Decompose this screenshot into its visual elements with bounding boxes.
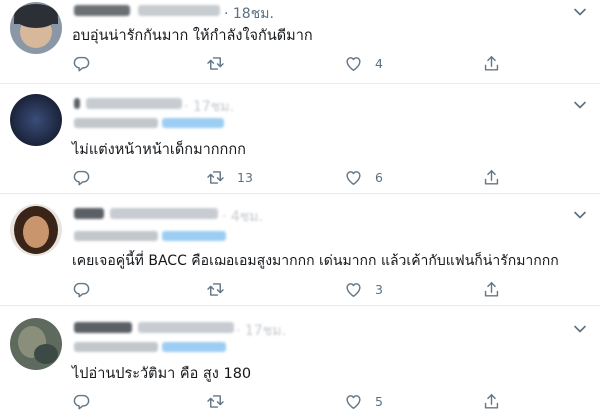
retweet-button[interactable]: 13 bbox=[206, 166, 253, 188]
like-button[interactable]: 3 bbox=[344, 278, 383, 300]
reply-icon bbox=[72, 168, 91, 187]
share-button[interactable] bbox=[482, 52, 501, 74]
like-button[interactable]: 6 bbox=[344, 166, 383, 188]
chevron-down-icon[interactable] bbox=[572, 321, 588, 337]
like-count: 6 bbox=[375, 169, 383, 185]
tweet-text: ไม่แต่งหน้าหน้าเด็กมากกกก bbox=[72, 142, 246, 158]
retweet-icon bbox=[206, 280, 225, 299]
retweet-button[interactable] bbox=[206, 390, 225, 412]
retweet-icon bbox=[206, 168, 225, 187]
tweet-time[interactable]: · 17ชม. bbox=[184, 96, 234, 118]
like-button[interactable]: 5 bbox=[344, 390, 383, 412]
replying-to-label bbox=[74, 342, 158, 352]
author-handle[interactable] bbox=[138, 322, 234, 333]
share-icon bbox=[482, 392, 501, 411]
retweet-button[interactable] bbox=[206, 278, 225, 300]
mention-link[interactable] bbox=[162, 342, 226, 352]
author-handle[interactable] bbox=[138, 5, 220, 16]
avatar[interactable] bbox=[10, 318, 62, 370]
author-name[interactable] bbox=[74, 98, 80, 109]
heart-icon bbox=[344, 280, 363, 299]
reply-button[interactable] bbox=[72, 166, 91, 188]
chevron-down-icon[interactable] bbox=[572, 4, 588, 20]
tweet[interactable]: · 17ชม. ไปอ่านประวัติมา คือ สูง 180 5 bbox=[0, 306, 600, 418]
like-count: 4 bbox=[375, 55, 383, 71]
like-count: 5 bbox=[375, 393, 383, 409]
tweet-time[interactable]: · 4ชม. bbox=[222, 206, 263, 228]
tweet-text: ไปอ่านประวัติมา คือ สูง 180 bbox=[72, 366, 252, 382]
author-name[interactable] bbox=[74, 208, 104, 219]
tweet-text: เคยเจอคู่นี้ที่ BACC คือเฌอเอมสูงมากกก เ… bbox=[72, 253, 559, 269]
retweet-button[interactable] bbox=[206, 52, 225, 74]
author-name[interactable] bbox=[74, 5, 130, 16]
tweet[interactable]: · 4ชม. เคยเจอคู่นี้ที่ BACC คือเฌอเอมสูง… bbox=[0, 194, 600, 306]
replying-to-label bbox=[74, 118, 158, 128]
retweet-count: 13 bbox=[237, 169, 253, 185]
tweet[interactable]: · 18ชม. อบอุ่นน่ารักกันมาก ให้กำลังใจกัน… bbox=[0, 0, 600, 84]
tweet-text: อบอุ่นน่ารักกันมาก ให้กำลังใจกันดีมาก bbox=[72, 28, 313, 44]
author-handle[interactable] bbox=[86, 98, 182, 109]
retweet-icon bbox=[206, 392, 225, 411]
reply-icon bbox=[72, 54, 91, 73]
chevron-down-icon[interactable] bbox=[572, 207, 588, 223]
reply-icon bbox=[72, 280, 91, 299]
heart-icon bbox=[344, 168, 363, 187]
avatar[interactable] bbox=[10, 94, 62, 146]
heart-icon bbox=[344, 392, 363, 411]
reply-button[interactable] bbox=[72, 52, 91, 74]
like-button[interactable]: 4 bbox=[344, 52, 383, 74]
tweet[interactable]: · 17ชม. ไม่แต่งหน้าหน้าเด็กมากกกก 13 6 bbox=[0, 84, 600, 194]
tweet-time[interactable]: · 17ชม. bbox=[236, 320, 286, 342]
share-button[interactable] bbox=[482, 166, 501, 188]
share-icon bbox=[482, 168, 501, 187]
share-button[interactable] bbox=[482, 390, 501, 412]
share-button[interactable] bbox=[482, 278, 501, 300]
chevron-down-icon[interactable] bbox=[572, 97, 588, 113]
author-handle[interactable] bbox=[110, 208, 218, 219]
mention-link[interactable] bbox=[162, 118, 224, 128]
share-icon bbox=[482, 54, 501, 73]
tweet-time[interactable]: · 18ชม. bbox=[224, 3, 274, 25]
replying-to-label bbox=[74, 231, 158, 241]
avatar[interactable] bbox=[10, 204, 62, 256]
reply-icon bbox=[72, 392, 91, 411]
like-count: 3 bbox=[375, 281, 383, 297]
author-name[interactable] bbox=[74, 322, 132, 333]
heart-icon bbox=[344, 54, 363, 73]
retweet-icon bbox=[206, 54, 225, 73]
reply-button[interactable] bbox=[72, 278, 91, 300]
mention-link[interactable] bbox=[162, 231, 226, 241]
reply-button[interactable] bbox=[72, 390, 91, 412]
avatar[interactable] bbox=[10, 2, 62, 54]
share-icon bbox=[482, 280, 501, 299]
